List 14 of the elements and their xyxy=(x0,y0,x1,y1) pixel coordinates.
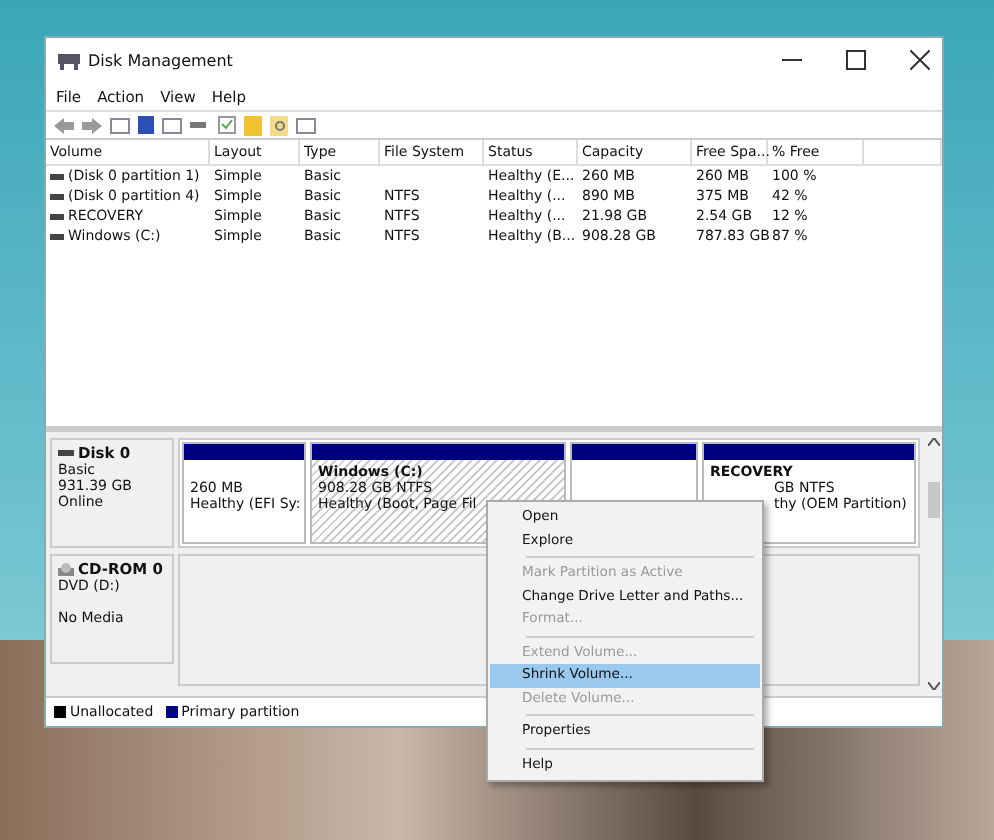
scrollbar[interactable] xyxy=(924,432,942,696)
window-title: Disk Management xyxy=(88,51,233,69)
window-icon[interactable] xyxy=(162,117,182,133)
cd-drive-icon xyxy=(58,562,74,576)
maximize-icon[interactable] xyxy=(846,50,866,70)
up-caret-icon[interactable] xyxy=(927,438,939,446)
close-icon[interactable] xyxy=(910,50,930,70)
checkbox-icon[interactable] xyxy=(218,116,236,134)
scroll-thumb[interactable] xyxy=(927,482,939,518)
back-arrow-icon[interactable] xyxy=(54,117,74,133)
window-icon[interactable] xyxy=(110,117,130,133)
forward-arrow-icon[interactable] xyxy=(82,117,102,133)
down-caret-icon[interactable] xyxy=(927,682,939,690)
list-icon[interactable] xyxy=(296,117,316,133)
